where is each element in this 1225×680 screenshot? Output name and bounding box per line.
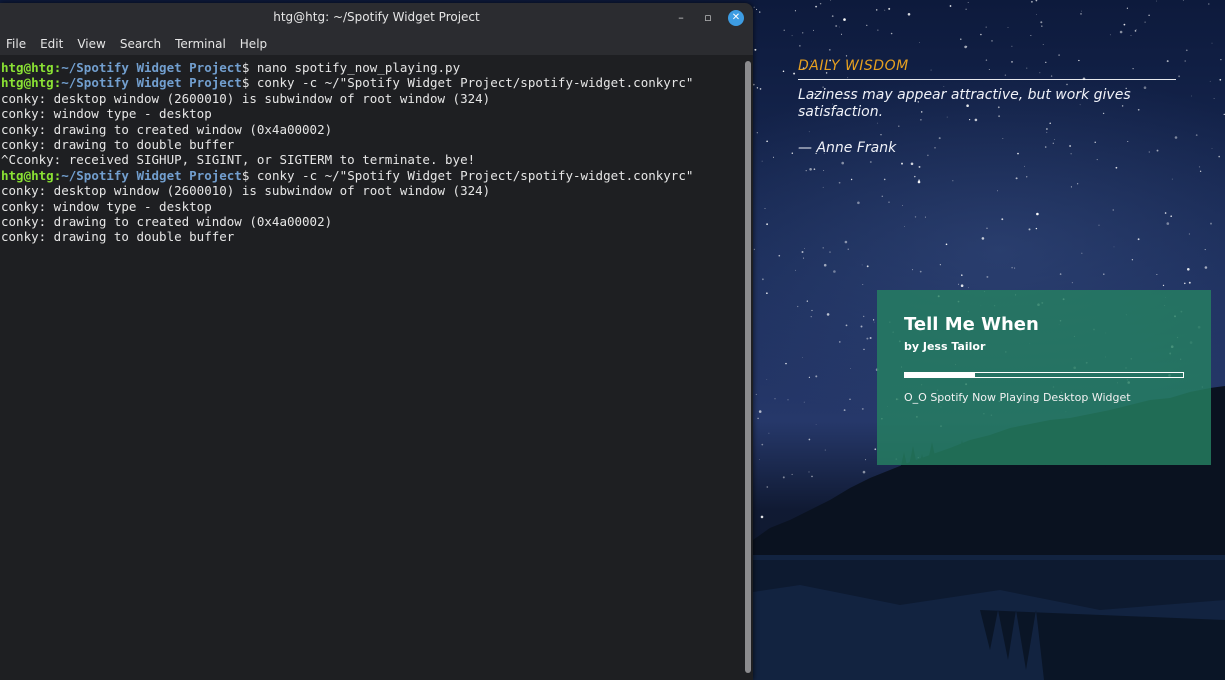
terminal-prompt-line: htg@htg:~/Spotify Widget Project$ nano s…: [1, 60, 743, 75]
menu-view[interactable]: View: [77, 37, 105, 51]
prompt-user: htg@htg: [1, 167, 54, 183]
terminal-window[interactable]: htg@htg: ~/Spotify Widget Project – ▫ ✕ …: [0, 3, 753, 680]
maximize-button[interactable]: ▫: [700, 10, 716, 26]
quote-divider: [798, 79, 1176, 80]
menu-edit[interactable]: Edit: [40, 37, 63, 51]
menu-bar: File Edit View Search Terminal Help: [0, 33, 753, 55]
menu-search[interactable]: Search: [120, 37, 161, 51]
track-progress-fill: [905, 373, 975, 377]
prompt-path: ~/Spotify Widget Project: [61, 167, 242, 183]
widget-caption: O_O Spotify Now Playing Desktop Widget: [904, 391, 1131, 404]
terminal-output-line: conky: drawing to double buffer: [1, 136, 235, 152]
spotify-now-playing-widget: Tell Me When by Jess Tailor O_O Spotify …: [877, 290, 1211, 465]
terminal-output-line: conky: desktop window (2600010) is subwi…: [1, 90, 491, 106]
terminal-output-line: conky: desktop window (2600010) is subwi…: [1, 183, 491, 199]
track-artist: by Jess Tailor: [904, 340, 986, 353]
prompt-command: nano spotify_now_playing.py: [249, 60, 461, 75]
prompt-command: conky -c ~/"Spotify Widget Project/spoti…: [249, 167, 694, 183]
terminal-output-line: conky: drawing to created window (0x4a00…: [1, 213, 333, 229]
terminal-output-line: conky: drawing to double buffer: [1, 229, 235, 245]
prompt-path: ~/Spotify Widget Project: [61, 75, 242, 91]
quote-author: — Anne Frank: [798, 140, 897, 156]
minimize-button[interactable]: –: [673, 10, 689, 26]
menu-help[interactable]: Help: [240, 37, 267, 51]
terminal-output-line: conky: window type - desktop: [1, 106, 212, 122]
window-title: htg@htg: ~/Spotify Widget Project: [273, 10, 480, 24]
track-title: Tell Me When: [904, 314, 1039, 335]
menu-terminal[interactable]: Terminal: [175, 37, 226, 51]
terminal-output[interactable]: htg@htg:~/Spotify Widget Project$ nano s…: [0, 58, 743, 680]
terminal-prompt-line: htg@htg:~/Spotify Widget Project$ conky …: [1, 168, 743, 183]
quote-text: Laziness may appear attractive, but work…: [798, 87, 1131, 120]
menu-file[interactable]: File: [6, 37, 26, 51]
terminal-scrollbar[interactable]: [745, 61, 751, 676]
close-button[interactable]: ✕: [728, 10, 744, 26]
prompt-user: htg@htg: [1, 75, 54, 91]
terminal-output-line: conky: drawing to created window (0x4a00…: [1, 121, 333, 137]
quote-widget-title: DAILY WISDOM: [798, 58, 909, 74]
scrollbar-thumb[interactable]: [745, 61, 751, 673]
terminal-output-line: conky: window type - desktop: [1, 198, 212, 214]
prompt-path: ~/Spotify Widget Project: [61, 60, 242, 75]
prompt-command: conky -c ~/"Spotify Widget Project/spoti…: [249, 75, 694, 91]
track-progress-bar: [904, 372, 1184, 378]
terminal-output-line: ^Cconky: received SIGHUP, SIGINT, or SIG…: [1, 152, 476, 168]
window-titlebar[interactable]: htg@htg: ~/Spotify Widget Project – ▫ ✕: [0, 3, 753, 33]
daily-wisdom-widget: DAILY WISDOM Laziness may appear attract…: [798, 57, 1176, 157]
prompt-user: htg@htg: [1, 60, 54, 75]
terminal-prompt-line: htg@htg:~/Spotify Widget Project$ conky …: [1, 75, 743, 90]
